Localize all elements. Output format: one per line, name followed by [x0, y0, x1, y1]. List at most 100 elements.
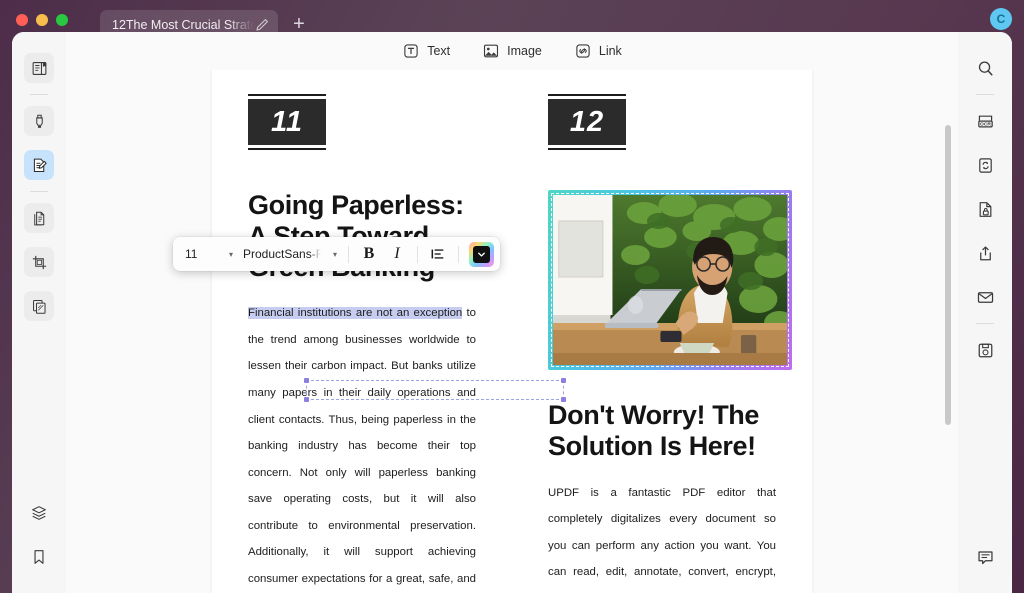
- text-format-toolbar: 11 ▾ ProductSans-R ▾ B I: [173, 237, 500, 271]
- page-number-rule-bottom: [248, 148, 326, 150]
- align-button[interactable]: [425, 242, 451, 266]
- right-sidebar: OCR: [958, 32, 1012, 593]
- lock-document-icon: [979, 201, 991, 217]
- toolbar-button-text[interactable]: Text: [402, 42, 450, 60]
- toolbar-label-link: Link: [598, 44, 622, 58]
- sidebar-item-reader-mode[interactable]: [24, 53, 54, 83]
- book-reader-icon: [32, 61, 46, 75]
- paragraph-remainder: to the trend among businesses worldwide …: [248, 307, 476, 585]
- toolbar-button-link[interactable]: Link: [574, 42, 622, 60]
- page-spread: 11 Going Paperless: A Step Toward Green …: [212, 70, 812, 593]
- copy-pages-icon: [32, 299, 46, 314]
- minimize-window-button[interactable]: [36, 14, 48, 26]
- close-window-button[interactable]: [16, 14, 28, 26]
- page-number-rule-bottom: [548, 148, 626, 150]
- selected-text-run[interactable]: Financial institutions are not an except…: [248, 307, 463, 320]
- window-controls: [16, 14, 78, 26]
- pages-icon: [33, 211, 44, 225]
- left-sidebar: [12, 32, 66, 593]
- font-size-value: 11: [185, 247, 198, 261]
- page-number-left: 11: [248, 99, 326, 145]
- search-icon: [978, 60, 993, 76]
- color-swatch: [473, 245, 490, 263]
- bold-button[interactable]: B: [356, 242, 382, 266]
- edit-toolbar: Text Image Link: [66, 32, 958, 70]
- convert-icon: [978, 157, 992, 173]
- ocr-icon: OCR: [977, 115, 993, 127]
- text-icon: [404, 44, 418, 58]
- highlighter-icon: [35, 114, 43, 128]
- sidebar-item-layers[interactable]: [24, 498, 54, 528]
- chevron-down-icon: ▾: [332, 249, 337, 259]
- image-icon: [484, 44, 499, 58]
- link-icon: [576, 44, 590, 58]
- chevron-down-icon: [478, 252, 485, 257]
- rename-tab-icon[interactable]: [254, 17, 270, 33]
- scrollbar-thumb[interactable]: [945, 125, 951, 425]
- toolbar-divider: [348, 245, 349, 263]
- app-body: Text Image Link 11 Going Paperless: A St…: [12, 32, 1012, 593]
- svg-text:OCR: OCR: [980, 121, 991, 127]
- document-viewport[interactable]: 11 Going Paperless: A Step Toward Green …: [66, 70, 958, 593]
- edit-document-icon: [33, 158, 47, 172]
- sidebar-item-crop-page[interactable]: [24, 247, 54, 277]
- app-window: 12The Most Crucial Strategies + C: [0, 0, 1024, 593]
- sidebar-item-save[interactable]: [970, 335, 1000, 365]
- page-12[interactable]: 12 Don't Worry! The Solution Is Here! UP…: [512, 70, 812, 593]
- align-left-icon: [431, 249, 444, 259]
- sidebar-item-share[interactable]: [970, 238, 1000, 268]
- avatar[interactable]: C: [990, 8, 1012, 30]
- editor-main: Text Image Link 11 Going Paperless: A St…: [66, 32, 958, 593]
- page-number-badge: 11: [248, 94, 326, 150]
- page-11[interactable]: 11 Going Paperless: A Step Toward Green …: [212, 70, 512, 593]
- sidebar-item-convert[interactable]: [970, 150, 1000, 180]
- chevron-down-icon: ▾: [228, 249, 233, 259]
- toolbar-button-image[interactable]: Image: [482, 42, 542, 60]
- vertical-scrollbar[interactable]: [944, 125, 952, 493]
- font-family-value: ProductSans-R: [243, 247, 321, 261]
- sidebar-item-protect[interactable]: [970, 194, 1000, 224]
- page-image[interactable]: [553, 195, 787, 365]
- page-number-rule-top: [248, 94, 326, 96]
- sidebar-item-organize-pages[interactable]: [24, 203, 54, 233]
- text-color-picker[interactable]: [469, 241, 494, 267]
- toolbar-label-text: Text: [427, 44, 451, 58]
- toolbar-divider: [417, 245, 418, 263]
- share-icon: [979, 245, 991, 260]
- sidebar-item-ocr[interactable]: OCR: [970, 106, 1000, 136]
- layers-icon: [32, 506, 46, 520]
- italic-button[interactable]: I: [384, 242, 410, 266]
- font-size-selector[interactable]: 11 ▾: [181, 242, 237, 266]
- tab-title: 12The Most Crucial Strategies: [112, 18, 254, 32]
- sidebar-divider: [976, 323, 994, 324]
- envelope-icon: [977, 291, 993, 303]
- toolbar-divider: [458, 245, 459, 263]
- comment-bubble-icon: [977, 550, 993, 564]
- sidebar-item-bookmarks[interactable]: [24, 542, 54, 572]
- sidebar-item-email[interactable]: [970, 282, 1000, 312]
- sidebar-item-annotate[interactable]: [24, 106, 54, 136]
- page-paragraph-right-1[interactable]: UPDF is a fantastic PDF editor that comp…: [548, 480, 776, 593]
- sidebar-item-page-thumbnails[interactable]: [24, 291, 54, 321]
- toolbar-label-image: Image: [507, 44, 542, 58]
- page-heading-right[interactable]: Don't Worry! The Solution Is Here!: [548, 400, 776, 462]
- sidebar-divider: [30, 94, 48, 95]
- crop-icon: [32, 255, 46, 269]
- sidebar-divider: [30, 191, 48, 192]
- left-sidebar-bottom: [24, 491, 54, 593]
- bookmark-icon: [34, 550, 44, 564]
- sidebar-item-search[interactable]: [970, 53, 1000, 83]
- sidebar-item-comments[interactable]: [970, 542, 1000, 572]
- font-family-selector[interactable]: ProductSans-R ▾: [239, 242, 341, 266]
- page-paragraph-left-1[interactable]: Financial institutions are not an except…: [248, 300, 476, 593]
- selected-image-frame[interactable]: [548, 190, 792, 370]
- photo-illustration: [553, 195, 787, 365]
- page-number-rule-top: [548, 94, 626, 96]
- page-number-badge: 12: [548, 94, 626, 150]
- right-sidebar-bottom: [970, 535, 1000, 593]
- sidebar-divider: [976, 94, 994, 95]
- maximize-window-button[interactable]: [56, 14, 68, 26]
- sidebar-item-edit-pdf[interactable]: [24, 150, 54, 180]
- page-number-right: 12: [548, 99, 626, 145]
- save-icon: [978, 343, 992, 357]
